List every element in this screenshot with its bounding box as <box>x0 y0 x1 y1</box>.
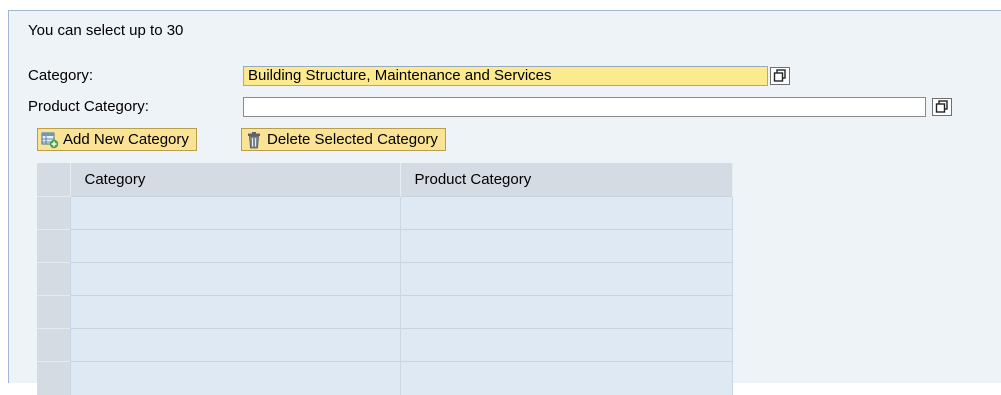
table-cell-product-category[interactable] <box>400 196 733 230</box>
value-help-icon <box>773 69 786 82</box>
category-table: Category Product Category <box>37 163 733 395</box>
column-header-product-category[interactable]: Product Category <box>400 163 733 197</box>
table-cell-product-category[interactable] <box>400 328 733 362</box>
trash-icon <box>245 131 263 149</box>
add-row-icon <box>41 131 59 149</box>
table-header-row: Category Product Category <box>37 163 733 197</box>
table-cell-product-category[interactable] <box>400 361 733 395</box>
row-selector[interactable] <box>37 328 71 362</box>
add-new-category-button[interactable]: Add New Category <box>37 128 197 151</box>
table-row <box>37 229 733 263</box>
table-row <box>37 295 733 329</box>
selection-limit-text: You can select up to 30 <box>28 22 184 39</box>
delete-selected-category-label: Delete Selected Category <box>267 130 438 148</box>
category-value-help-button[interactable] <box>770 67 790 85</box>
table-row <box>37 262 733 296</box>
product-category-input[interactable] <box>243 97 926 117</box>
table-cell-category[interactable] <box>70 361 401 395</box>
select-all-header[interactable] <box>37 163 71 197</box>
table-cell-category[interactable] <box>70 328 401 362</box>
add-new-category-label: Add New Category <box>63 130 189 148</box>
row-selector[interactable] <box>37 361 71 395</box>
table-row <box>37 196 733 230</box>
row-selector[interactable] <box>37 196 71 230</box>
category-label: Category: <box>28 67 94 84</box>
table-cell-product-category[interactable] <box>400 229 733 263</box>
delete-selected-category-button[interactable]: Delete Selected Category <box>241 128 446 151</box>
table-cell-category[interactable] <box>70 295 401 329</box>
column-header-category[interactable]: Category <box>70 163 401 197</box>
table-cell-category[interactable] <box>70 229 401 263</box>
table-cell-category[interactable] <box>70 196 401 230</box>
table-cell-product-category[interactable] <box>400 295 733 329</box>
row-selector[interactable] <box>37 229 71 263</box>
value-help-icon <box>935 100 948 113</box>
category-input[interactable]: Building Structure, Maintenance and Serv… <box>243 66 768 86</box>
product-category-value-help-button[interactable] <box>932 98 952 116</box>
row-selector[interactable] <box>37 262 71 296</box>
product-category-label: Product Category: <box>28 98 149 115</box>
table-row <box>37 328 733 362</box>
row-selector[interactable] <box>37 295 71 329</box>
table-row <box>37 361 733 395</box>
table-cell-product-category[interactable] <box>400 262 733 296</box>
table-cell-category[interactable] <box>70 262 401 296</box>
